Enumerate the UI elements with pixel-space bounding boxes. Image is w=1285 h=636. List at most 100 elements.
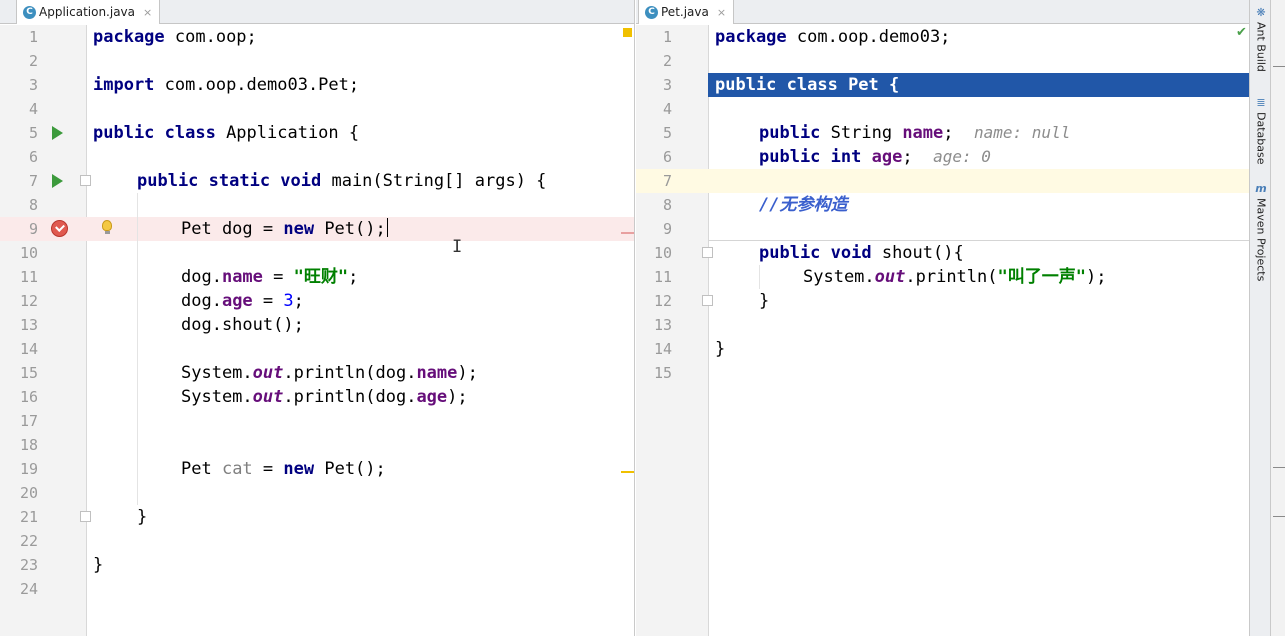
- line-number: 10: [653, 244, 672, 262]
- left-editor-pane: C Application.java × 1 2 3 4 5 6 7 8 9 10 11 12 13 14…: [0, 0, 635, 636]
- line-number: 9: [662, 220, 672, 238]
- line-number: 3: [28, 76, 38, 94]
- line-number: 20: [19, 484, 38, 502]
- line-number: 8: [662, 196, 672, 214]
- left-tab-bar: C Application.java ×: [0, 0, 634, 24]
- mouse-ibeam-cursor: I: [452, 237, 463, 257]
- maven-icon: m: [1255, 182, 1267, 195]
- line-number: 7: [662, 172, 672, 190]
- line-number: 24: [19, 580, 38, 598]
- right-editor-pane: C Pet.java × 1 2 3 4 5 6 7 8 9 10 11 12 13 14 15 ✔ pac…: [636, 0, 1249, 636]
- code-line-7: public static void main(String[] args) {: [137, 171, 547, 191]
- run-class-icon[interactable]: [52, 126, 63, 140]
- window-edge: [1271, 0, 1285, 636]
- code-line-19: Pet cat = new Pet();: [181, 459, 386, 479]
- text-caret: [386, 218, 388, 237]
- line-number: 12: [19, 292, 38, 310]
- line-number: 12: [653, 292, 672, 310]
- edge-mark: [1273, 516, 1285, 517]
- line-number: 4: [28, 100, 38, 118]
- code-line-3: import com.oop.demo03.Pet;: [93, 75, 360, 95]
- inline-value-hint: name: null: [974, 123, 1071, 142]
- fold-end-icon[interactable]: [702, 295, 713, 306]
- code-line-23: }: [93, 555, 104, 575]
- close-icon[interactable]: ×: [143, 6, 152, 19]
- code-line-12: dog.age = 3;: [181, 291, 304, 311]
- close-icon[interactable]: ×: [717, 6, 726, 19]
- line-number: 5: [28, 124, 38, 142]
- line-number: 14: [653, 340, 672, 358]
- line-number: 11: [19, 268, 38, 286]
- code-line-8: //无参构造: [759, 195, 848, 215]
- line-number: 1: [662, 28, 672, 46]
- code-line-10: public void shout(){: [759, 243, 964, 263]
- fold-icon[interactable]: [80, 175, 91, 186]
- inline-value-hint: age: 0: [933, 147, 991, 166]
- line-number: 11: [653, 268, 672, 286]
- breakpoint-icon[interactable]: [51, 220, 68, 237]
- code-line-21: }: [137, 507, 148, 527]
- ant-build-button[interactable]: ❋ Ant Build: [1250, 6, 1272, 72]
- line-number: 3: [662, 76, 672, 94]
- tool-label: Maven Projects: [1254, 198, 1268, 282]
- tab-pet-java[interactable]: C Pet.java ×: [638, 0, 735, 24]
- code-line-5: public class Application {: [93, 123, 360, 143]
- tab-label: Application.java: [39, 5, 136, 19]
- line-number: 6: [28, 148, 38, 166]
- ant-icon: ❋: [1256, 6, 1266, 19]
- edge-mark: [1273, 467, 1285, 468]
- fold-end-icon[interactable]: [80, 511, 91, 522]
- code-line-1: package com.oop;: [93, 27, 257, 47]
- line-number: 6: [662, 148, 672, 166]
- line-number: 2: [662, 52, 672, 70]
- line-number: 7: [28, 172, 38, 190]
- right-tab-bar: C Pet.java ×: [636, 0, 1249, 24]
- line-number: 16: [19, 388, 38, 406]
- code-line-11: System.out.println("叫了一声");: [803, 267, 1107, 287]
- database-icon: ≣: [1256, 96, 1266, 109]
- code-line-5: public String name; name: null: [759, 123, 1071, 143]
- code-line-3: public class Pet {: [715, 75, 900, 95]
- left-code-area[interactable]: package com.oop; import com.oop.demo03.P…: [93, 25, 634, 636]
- line-number: 13: [653, 316, 672, 334]
- code-line-9: Pet dog = new Pet();: [181, 218, 388, 239]
- line-number: 5: [662, 124, 672, 142]
- line-number: 8: [28, 196, 38, 214]
- java-class-icon: C: [23, 5, 36, 19]
- line-number: 9: [28, 220, 38, 238]
- tool-label: Database: [1254, 112, 1268, 165]
- gutter-divider: [708, 25, 709, 636]
- code-line-12: }: [759, 291, 770, 311]
- code-line-1: package com.oop.demo03;: [715, 27, 951, 47]
- line-number: 18: [19, 436, 38, 454]
- line-number: 15: [653, 364, 672, 382]
- java-class-icon: C: [645, 5, 658, 19]
- code-line-15: System.out.println(dog.name);: [181, 363, 478, 383]
- database-button[interactable]: ≣ Database: [1250, 96, 1272, 165]
- edge-mark: [1273, 66, 1285, 67]
- fold-icon[interactable]: [702, 247, 713, 258]
- line-number: 22: [19, 532, 38, 550]
- line-number: 1: [28, 28, 38, 46]
- line-number: 15: [19, 364, 38, 382]
- line-number: 17: [19, 412, 38, 430]
- code-line-11: dog.name = "旺财";: [181, 267, 359, 287]
- gutter-divider: [86, 25, 87, 636]
- line-number: 10: [19, 244, 38, 262]
- tool-window-strip: ❋ Ant Build ≣ Database m Maven Projects: [1249, 0, 1271, 636]
- maven-projects-button[interactable]: m Maven Projects: [1250, 182, 1272, 281]
- tab-label: Pet.java: [661, 5, 709, 19]
- line-number: 2: [28, 52, 38, 70]
- tool-label: Ant Build: [1254, 22, 1268, 72]
- line-number: 4: [662, 100, 672, 118]
- code-line-16: System.out.println(dog.age);: [181, 387, 468, 407]
- run-main-icon[interactable]: [52, 174, 63, 188]
- code-line-13: dog.shout();: [181, 315, 304, 335]
- tab-application-java[interactable]: C Application.java ×: [16, 0, 161, 24]
- code-line-14: }: [715, 339, 726, 359]
- line-number: 23: [19, 556, 38, 574]
- right-code-area[interactable]: package com.oop.demo03; public class Pet…: [715, 25, 1249, 636]
- line-number: 21: [19, 508, 38, 526]
- code-line-6: public int age; age: 0: [759, 147, 991, 167]
- line-number: 13: [19, 316, 38, 334]
